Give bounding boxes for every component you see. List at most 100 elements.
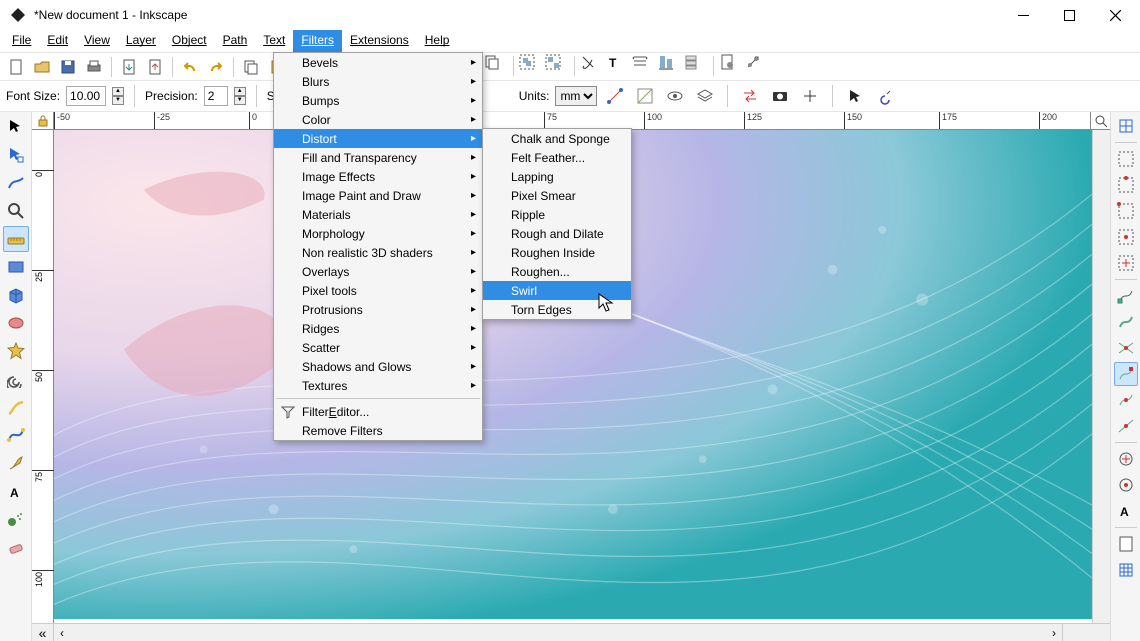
node-tool-icon[interactable]: [3, 142, 29, 168]
save-icon[interactable]: [56, 55, 80, 79]
bezier-tool-icon[interactable]: [3, 422, 29, 448]
snap-rotation-icon[interactable]: [1114, 473, 1138, 497]
filters-menu-bevels[interactable]: Bevels▸: [274, 53, 482, 72]
filters-menu-protrusions[interactable]: Protrusions▸: [274, 300, 482, 319]
distort-menu-rough-and-dilate[interactable]: Rough and Dilate: [483, 224, 631, 243]
snap-smooth-icon[interactable]: [1114, 388, 1138, 412]
text-tool-icon[interactable]: A: [3, 478, 29, 504]
filters-menu-fill-and-transparency[interactable]: Fill and Transparency▸: [274, 148, 482, 167]
snap-page-icon[interactable]: [1114, 532, 1138, 556]
filters-menu-pixel-tools[interactable]: Pixel tools▸: [274, 281, 482, 300]
export-icon[interactable]: [143, 55, 167, 79]
filters-menu-overlays[interactable]: Overlays▸: [274, 262, 482, 281]
open-icon[interactable]: [30, 55, 54, 79]
measure-eye-icon[interactable]: [663, 84, 687, 108]
filters-menu-materials[interactable]: Materials▸: [274, 205, 482, 224]
measure-angle-icon[interactable]: [633, 84, 657, 108]
rect-tool-icon[interactable]: [3, 254, 29, 280]
filters-menu-bumps[interactable]: Bumps▸: [274, 91, 482, 110]
snap-bbox-center-icon[interactable]: [1114, 251, 1138, 275]
menu-help[interactable]: Help: [417, 30, 458, 52]
capture-icon[interactable]: [768, 84, 792, 108]
eraser-tool-icon[interactable]: [3, 534, 29, 560]
measure-tool-icon[interactable]: [3, 226, 29, 252]
zoom-tool-icon[interactable]: [3, 198, 29, 224]
snap-intersection-icon[interactable]: [1114, 336, 1138, 360]
undo-icon[interactable]: [178, 55, 202, 79]
close-button[interactable]: [1092, 0, 1138, 30]
import-icon[interactable]: [117, 55, 141, 79]
distort-menu-pixel-smear[interactable]: Pixel Smear: [483, 186, 631, 205]
distort-menu-lapping[interactable]: Lapping: [483, 167, 631, 186]
fontsize-input[interactable]: [66, 86, 106, 106]
distort-menu-torn-edges[interactable]: Torn Edges: [483, 300, 631, 319]
copy-icon[interactable]: [239, 55, 263, 79]
menu-layer[interactable]: Layer: [118, 30, 164, 52]
snap-bbox-icon[interactable]: [1114, 147, 1138, 171]
ellipse-tool-icon[interactable]: [3, 310, 29, 336]
doc-props-icon[interactable]: [719, 54, 743, 78]
selector-tool-icon[interactable]: [3, 114, 29, 140]
print-icon[interactable]: [82, 55, 106, 79]
zoom-fit-icon[interactable]: [1090, 112, 1110, 129]
precision-spinner[interactable]: ▲▼: [234, 87, 246, 105]
group-sel-icon[interactable]: [519, 54, 543, 78]
snap-node-icon[interactable]: [1114, 284, 1138, 308]
menu-extensions[interactable]: Extensions: [342, 30, 417, 52]
snap-cusp-icon[interactable]: [1114, 362, 1138, 386]
box3d-tool-icon[interactable]: [3, 282, 29, 308]
maximize-button[interactable]: [1046, 0, 1092, 30]
menu-path[interactable]: Path: [215, 30, 256, 52]
text-dialog-icon[interactable]: T: [606, 54, 630, 78]
distort-menu-felt-feather-[interactable]: Felt Feather...: [483, 148, 631, 167]
measure-layers-icon[interactable]: [693, 84, 717, 108]
distort-menu-chalk-and-sponge[interactable]: Chalk and Sponge: [483, 129, 631, 148]
filters-menu-shadows-and-glows[interactable]: Shadows and Glows▸: [274, 357, 482, 376]
menu-edit[interactable]: Edit: [39, 30, 76, 52]
snap-grid-icon[interactable]: [1114, 558, 1138, 582]
snap-bbox-midedge-icon[interactable]: [1114, 225, 1138, 249]
menu-file[interactable]: File: [4, 30, 39, 52]
snap-bbox-edge-icon[interactable]: [1114, 173, 1138, 197]
filters-menu-image-effects[interactable]: Image Effects▸: [274, 167, 482, 186]
lock-icon[interactable]: [32, 112, 54, 130]
ungroup-sel-icon[interactable]: [545, 54, 569, 78]
distort-menu-roughen-[interactable]: Roughen...: [483, 262, 631, 281]
horizontal-scrollbar[interactable]: [54, 624, 1062, 641]
distort-menu-ripple[interactable]: Ripple: [483, 205, 631, 224]
filters-menu-remove-filters[interactable]: Remove Filters: [274, 421, 482, 440]
measure-between-icon[interactable]: [603, 84, 627, 108]
pointer-icon[interactable]: [843, 84, 867, 108]
spiral-tool-icon[interactable]: [3, 366, 29, 392]
xml-icon[interactable]: [632, 54, 656, 78]
filters-menu-scatter[interactable]: Scatter▸: [274, 338, 482, 357]
filters-menu-blurs[interactable]: Blurs▸: [274, 72, 482, 91]
align-icon[interactable]: [658, 54, 682, 78]
snap-path-icon[interactable]: [1114, 310, 1138, 334]
marker-icon[interactable]: [798, 84, 822, 108]
menu-filters[interactable]: Filters: [293, 30, 342, 52]
filters-menu-filter-editor[interactable]: Filter Editor...: [274, 402, 482, 421]
filters-menu-non-realistic-3d-shaders[interactable]: Non realistic 3D shaders▸: [274, 243, 482, 262]
menu-view[interactable]: View: [76, 30, 118, 52]
filters-menu-textures[interactable]: Textures▸: [274, 376, 482, 395]
minimize-button[interactable]: [1000, 0, 1046, 30]
filters-menu-morphology[interactable]: Morphology▸: [274, 224, 482, 243]
vertical-scrollbar[interactable]: [1092, 130, 1110, 623]
layers-dialog-icon[interactable]: [684, 54, 708, 78]
star-tool-icon[interactable]: [3, 338, 29, 364]
precision-input[interactable]: [204, 86, 228, 106]
snap-text-icon[interactable]: A: [1114, 499, 1138, 523]
fontsize-spinner[interactable]: ▲▼: [112, 87, 124, 105]
pencil-tool-icon[interactable]: [3, 394, 29, 420]
snap-enable-icon[interactable]: [1114, 114, 1138, 138]
calligraphy-tool-icon[interactable]: [3, 450, 29, 476]
filters-menu-image-paint-and-draw[interactable]: Image Paint and Draw▸: [274, 186, 482, 205]
snap-midpoint-icon[interactable]: [1114, 414, 1138, 438]
spiral-option-icon[interactable]: [873, 84, 897, 108]
redo-icon[interactable]: [204, 55, 228, 79]
new-doc-icon[interactable]: [4, 55, 28, 79]
fill-stroke-icon[interactable]: [580, 54, 604, 78]
duplicate-icon[interactable]: [484, 54, 508, 78]
snap-bbox-corner-icon[interactable]: [1114, 199, 1138, 223]
